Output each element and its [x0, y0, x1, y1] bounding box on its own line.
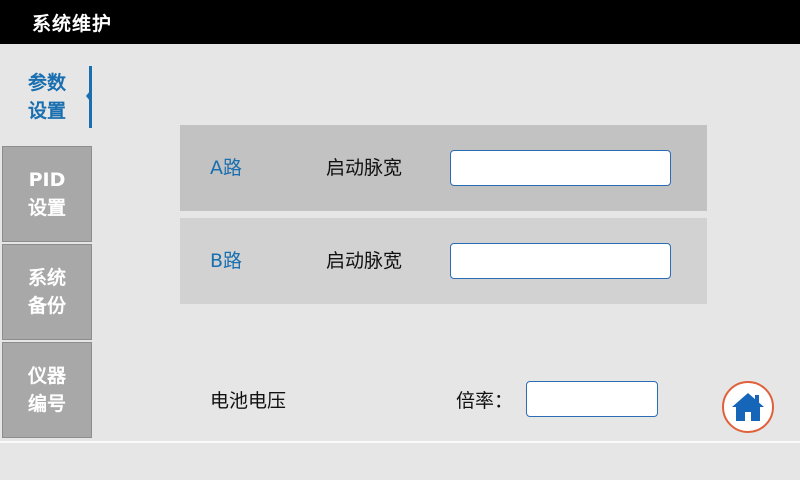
page-title: 系统维护: [32, 13, 113, 35]
start-pulse-width-label: 启动脉宽: [326, 157, 403, 179]
home-icon: [732, 393, 764, 421]
channel-a-label: A路: [210, 157, 242, 179]
tab-system-backup[interactable]: 系统 备份: [2, 244, 92, 340]
channel-a-row: A路 启动脉宽: [180, 125, 707, 211]
ratio-label: 倍率：: [456, 390, 514, 412]
tab-parameter-settings[interactable]: 参数 设置: [2, 62, 92, 132]
tab-label-line2: 编号: [27, 393, 66, 415]
channel-a-start-pulse-width-input[interactable]: [450, 150, 671, 186]
tab-label-line1: 参数: [27, 72, 66, 94]
channel-b-start-pulse-width-input[interactable]: [450, 243, 671, 279]
tab-pid-settings[interactable]: PID 设置: [2, 146, 92, 242]
active-tab-arrow-icon: [86, 91, 90, 101]
tab-instrument-number[interactable]: 仪器 编号: [2, 342, 92, 438]
channel-b-row: B路 启动脉宽: [180, 218, 707, 304]
battery-voltage-label: 电池电压: [210, 390, 287, 412]
channel-b-label: B路: [210, 250, 243, 272]
start-pulse-width-label: 启动脉宽: [326, 250, 403, 272]
tab-label-line1: 系统: [27, 267, 66, 289]
bottom-divider: [0, 441, 800, 443]
ratio-input[interactable]: [526, 381, 658, 417]
tab-label-line1: 仪器: [27, 365, 66, 387]
title-bar: 系统维护: [0, 0, 800, 44]
tab-label-line2: 备份: [27, 295, 66, 317]
tab-label-line2: 设置: [27, 100, 66, 122]
tab-label-line2: 设置: [27, 197, 66, 219]
tab-label-line1: PID: [28, 169, 66, 191]
home-button[interactable]: [722, 381, 774, 433]
